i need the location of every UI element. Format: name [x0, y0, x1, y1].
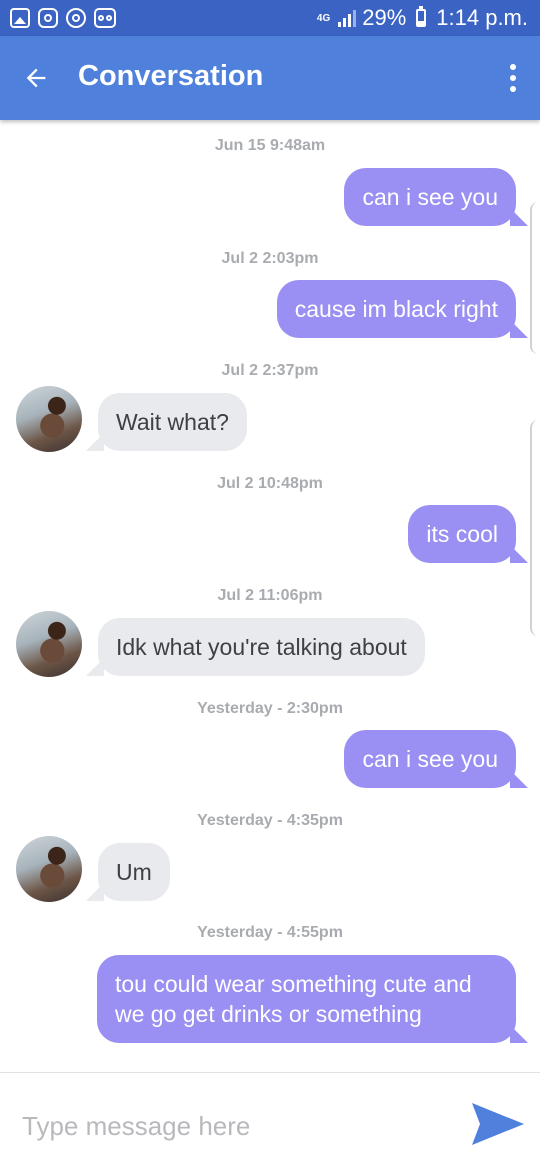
- more-vert-icon: [510, 64, 516, 70]
- send-button[interactable]: [470, 1101, 526, 1147]
- more-options-button[interactable]: [506, 64, 520, 92]
- scroll-indicator: [530, 202, 540, 354]
- contact-avatar[interactable]: [16, 611, 82, 677]
- message-timestamp: Jun 15 9:48am: [214, 137, 326, 154]
- incoming-message[interactable]: Wait what?: [86, 393, 247, 451]
- message-timestamp: Jul 2 2:03pm: [221, 250, 319, 267]
- battery-percent: 29%: [362, 5, 407, 30]
- message-list[interactable]: Jun 15 9:48am can i see you Jul 2 2:03pm…: [0, 120, 540, 1072]
- clock: 1:14 p.m.: [436, 5, 528, 30]
- outgoing-message[interactable]: can i see you: [344, 730, 528, 788]
- message-timestamp: Yesterday - 4:35pm: [197, 812, 343, 829]
- message-composer: [0, 1072, 540, 1173]
- network-type: 4G: [316, 12, 331, 24]
- instagram-icon: [38, 8, 58, 28]
- message-timestamp: Yesterday - 4:55pm: [197, 924, 343, 941]
- app-bar: Conversation: [0, 36, 540, 120]
- send-icon: [472, 1103, 524, 1145]
- message-timestamp: Jul 2 10:48pm: [217, 475, 323, 492]
- outgoing-message[interactable]: can i see you: [344, 168, 528, 226]
- incoming-message[interactable]: Idk what you're talking about: [86, 618, 425, 676]
- message-input[interactable]: [20, 1101, 444, 1151]
- outgoing-message[interactable]: its cool: [408, 505, 528, 563]
- status-right: 4G 29% 1:14 p.m.: [317, 5, 528, 31]
- page-title: Conversation: [78, 60, 264, 92]
- voicemail-icon: [94, 8, 116, 28]
- notification-icons: [10, 8, 116, 28]
- arrow-left-icon: [26, 68, 46, 88]
- back-button[interactable]: [16, 58, 56, 98]
- battery-icon: [416, 6, 427, 27]
- status-bar: 4G 29% 1:14 p.m.: [0, 0, 540, 36]
- contact-avatar[interactable]: [16, 836, 82, 902]
- gallery-icon: [10, 8, 30, 28]
- incoming-message[interactable]: Um: [86, 843, 170, 901]
- target-icon: [66, 8, 86, 28]
- message-timestamp: Jul 2 2:37pm: [221, 362, 319, 379]
- outgoing-message[interactable]: tou could wear something cute and we go …: [97, 955, 528, 1043]
- message-timestamp: Jul 2 11:06pm: [217, 587, 323, 604]
- contact-avatar[interactable]: [16, 386, 82, 452]
- outgoing-message[interactable]: cause im black right: [276, 280, 529, 338]
- message-timestamp: Yesterday - 2:30pm: [197, 700, 343, 717]
- signal-icon: [338, 9, 357, 27]
